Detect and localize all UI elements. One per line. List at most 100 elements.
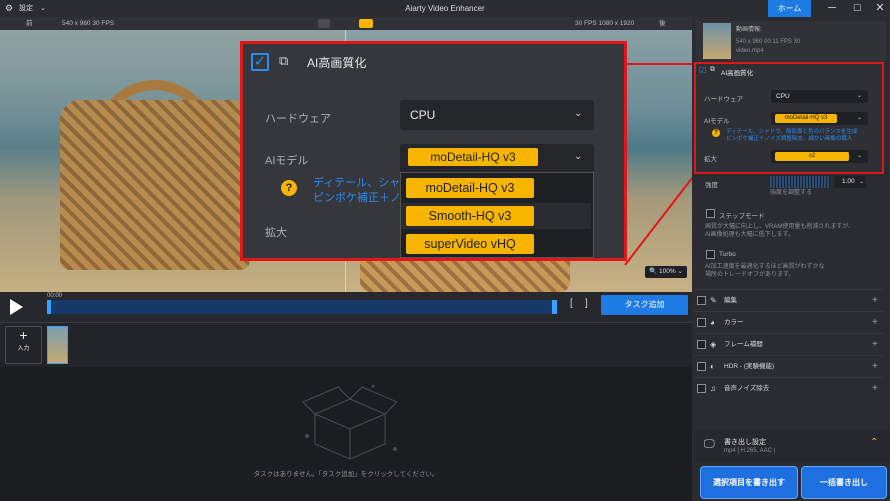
plus-icon[interactable]: +: [872, 356, 878, 377]
video-info-specs: 540 x 960 00:11 FPS 30: [736, 39, 801, 45]
section-label: 編集: [724, 297, 737, 304]
video-thumbnail: [703, 23, 731, 59]
edit-icon: ✎: [710, 296, 717, 305]
split-view-icon[interactable]: [318, 19, 330, 28]
model-hint-line2: ピンボケ補正＋ノイズ調整除去、細かい画像の職人: [726, 136, 853, 142]
chevron-down-icon: ⌄: [857, 153, 863, 159]
trim-in-icon[interactable]: [: [570, 298, 573, 309]
scale-label: 拡大: [704, 156, 717, 163]
section-hdr[interactable]: ◐ HDR - (実験機能) +: [694, 355, 884, 376]
plus-icon[interactable]: +: [872, 334, 878, 355]
close-button[interactable]: ✕: [867, 0, 890, 17]
player-bar: 00:00 [ ] タスク追加: [0, 292, 692, 322]
ai-model-label: AIモデル: [704, 118, 730, 125]
model-option[interactable]: Smooth-HQ v3: [401, 203, 591, 229]
clip-strip: + 入力: [0, 322, 692, 367]
time-label: 00:00: [47, 293, 63, 299]
plus-icon[interactable]: +: [872, 378, 878, 399]
minimize-button[interactable]: ─: [819, 0, 845, 17]
timeline-track[interactable]: [47, 300, 557, 314]
ai-model-dropdown: moDetail-HQ v3 Smooth-HQ v3 superVideo v…: [400, 172, 594, 258]
section-label: HDR - (実験機能): [724, 363, 775, 370]
hardware-select[interactable]: CPU ⌄: [400, 100, 594, 130]
ai-enhance-checkbox[interactable]: ✓: [251, 53, 269, 71]
strength-input[interactable]: 1.00 ⌄: [834, 176, 866, 188]
chevron-down-icon: ⌄: [574, 151, 583, 162]
frame-icon: ◈: [710, 340, 717, 349]
scale-label: 拡大: [265, 227, 287, 239]
add-task-button[interactable]: タスク追加: [601, 295, 688, 315]
turbo-desc1: AI加工速度を最適化するほど画質がわずかな: [705, 264, 825, 270]
monitor-icon: 🖵: [704, 438, 715, 450]
section-checkbox[interactable]: [697, 296, 706, 305]
trim-out-icon[interactable]: ]: [585, 298, 588, 309]
export-label: 書き出し設定: [724, 439, 766, 446]
hardware-label: ハードウェア: [704, 96, 743, 103]
chevron-down-icon: ⌄: [859, 179, 865, 185]
step-mode-checkbox[interactable]: [706, 209, 715, 218]
ai-enhance-title: AI高画質化: [721, 70, 754, 77]
hardware-value: CPU: [410, 108, 436, 122]
home-button[interactable]: ホーム: [768, 0, 811, 17]
plus-icon[interactable]: +: [872, 290, 878, 311]
help-icon[interactable]: ?: [281, 180, 297, 196]
ai-model-label: AIモデル: [265, 155, 309, 167]
ai-enhance-zoom-panel: ✓ ⧉ AI高画質化 ハードウェア CPU ⌄ AIモデル moDetail-H…: [240, 41, 627, 261]
export-settings[interactable]: 🖵 書き出し設定 mp4 | H.265, AAC | ⌃: [694, 430, 890, 463]
section-audio-denoise[interactable]: ♫ 音声ノイズ除去 +: [694, 377, 884, 398]
model-option-label: moDetail-HQ v3: [406, 178, 534, 198]
ai-enhance-checkbox[interactable]: ☑: [699, 66, 706, 75]
export-selected-button[interactable]: 選択項目を書き出す: [700, 466, 798, 499]
empty-message: タスクはありません。「タスク追加」をクリックしてください。: [253, 471, 439, 478]
section-checkbox[interactable]: [697, 318, 706, 327]
section-checkbox[interactable]: [697, 362, 706, 371]
ai-model-value: moDetail-HQ v3: [775, 114, 837, 123]
section-edit[interactable]: ✎ 編集 +: [694, 289, 884, 310]
after-info: 30 FPS 1080 x 1920: [575, 20, 635, 27]
section-label: カラー: [724, 319, 744, 326]
add-input-label: 入力: [17, 346, 30, 352]
plus-icon[interactable]: +: [872, 312, 878, 333]
hardware-value: CPU: [776, 93, 790, 100]
ai-model-value: moDetail-HQ v3: [408, 148, 538, 166]
clip-thumbnail[interactable]: [47, 326, 68, 364]
callout-lines: [624, 63, 697, 266]
basket-image: [60, 100, 250, 270]
empty-box-icon: [302, 384, 398, 460]
model-option[interactable]: superVideo vHQ: [401, 231, 591, 257]
ai-enhance-section: ☑ ⧉ AI高画質化 ハードウェア CPU ⌄ AIモデル moDetail-H…: [694, 62, 884, 174]
video-info-file: video.mp4: [736, 48, 764, 54]
model-option[interactable]: moDetail-HQ v3: [401, 175, 591, 201]
palette-icon: ◕: [710, 318, 715, 327]
chevron-up-icon[interactable]: ⌃: [870, 437, 878, 448]
video-info-title: 動画情報:: [736, 27, 762, 33]
timeline-end-handle[interactable]: [552, 300, 557, 314]
add-input-button[interactable]: + 入力: [5, 326, 42, 364]
side-by-side-icon[interactable]: [359, 19, 373, 28]
section-color[interactable]: ◕ カラー +: [694, 311, 884, 332]
help-icon[interactable]: ?: [712, 129, 720, 137]
timeline-start-handle[interactable]: [47, 300, 51, 314]
section-checkbox[interactable]: [697, 384, 706, 393]
export-all-button[interactable]: 一括書き出し: [801, 466, 887, 499]
strength-slider[interactable]: [770, 176, 830, 188]
play-icon[interactable]: [10, 299, 23, 315]
model-hint-line2: ピンボケ補正＋ノ: [313, 192, 401, 204]
app-window: ⚙ 設定 ⌄ Aiarty Video Enhancer ホーム ─ ☐ ✕ 前…: [0, 0, 890, 501]
before-info: 540 x 960 30 FPS: [62, 20, 115, 27]
scale-select[interactable]: x2 ⌄: [771, 150, 868, 163]
ai-model-select[interactable]: moDetail-HQ v3 ⌄: [400, 144, 594, 172]
hardware-label: ハードウェア: [265, 113, 331, 125]
ai-model-select[interactable]: moDetail-HQ v3 ⌄: [771, 112, 868, 125]
compare-info-bar: 前 540 x 960 30 FPS 30 FPS 1080 x 1920 後: [0, 17, 692, 30]
section-frame-interpolation[interactable]: ◈ フレーム補間 +: [694, 333, 884, 354]
hardware-select[interactable]: CPU ⌄: [771, 90, 868, 103]
section-checkbox[interactable]: [697, 340, 706, 349]
app-title: Aiarty Video Enhancer: [405, 4, 485, 13]
model-option-label: Smooth-HQ v3: [406, 206, 534, 226]
ai-enhance-title: AI高画質化: [307, 56, 367, 70]
turbo-checkbox[interactable]: [706, 250, 715, 259]
hdr-icon: ◐: [710, 362, 715, 371]
chevron-down-icon: ⌄: [857, 93, 863, 99]
model-option-label: superVideo vHQ: [406, 234, 534, 254]
